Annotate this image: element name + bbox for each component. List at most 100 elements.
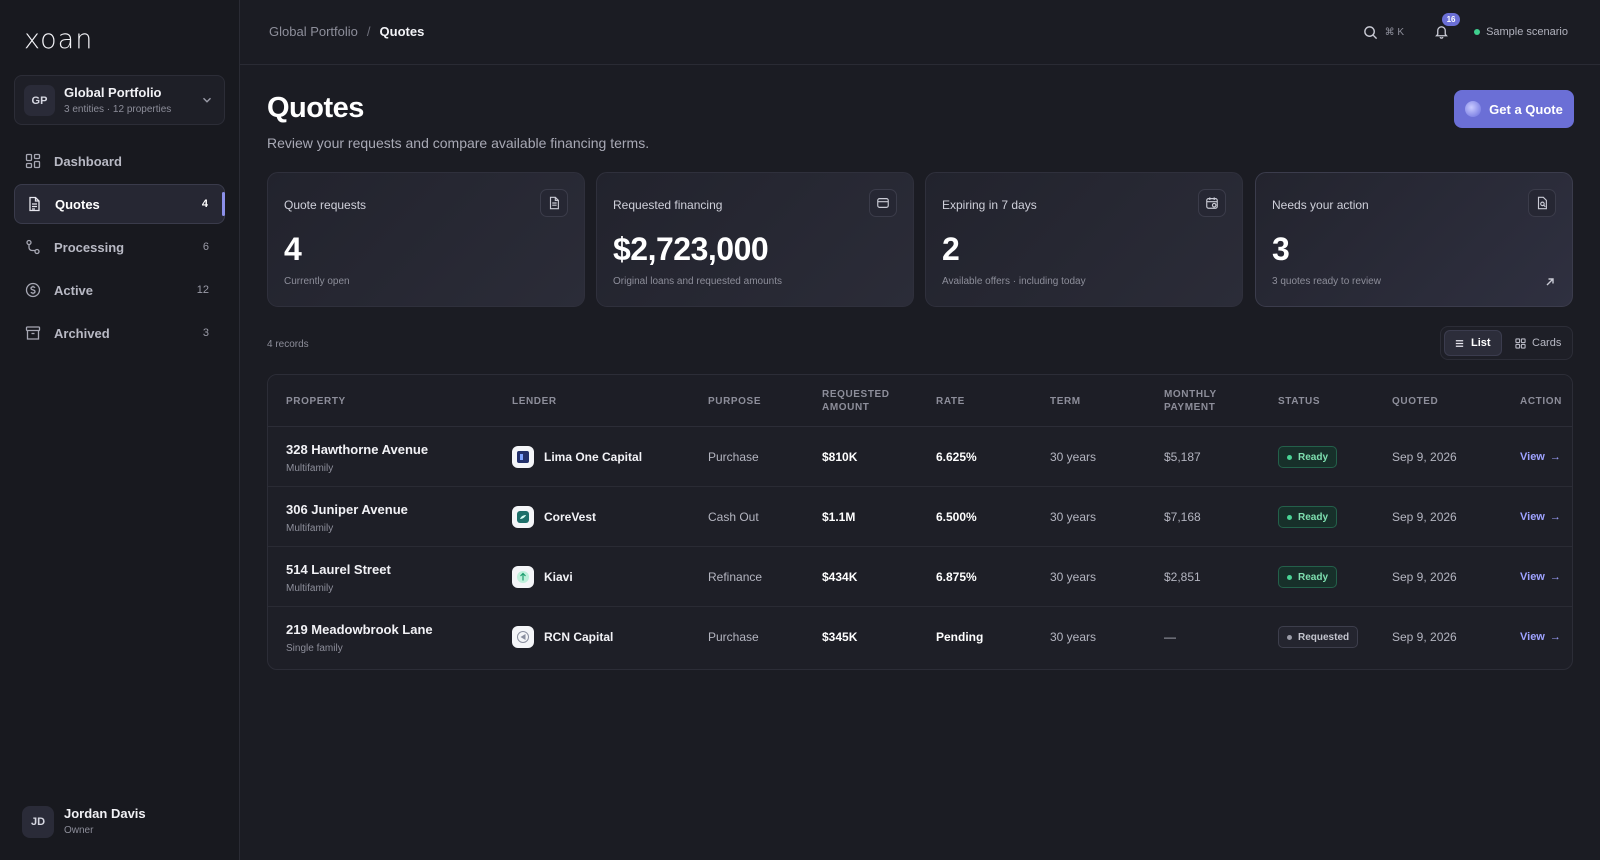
quoted-date-cell: Sep 9, 2026: [1392, 630, 1457, 644]
status-label: Requested: [1298, 631, 1350, 643]
sidebar-item-dashboard[interactable]: Dashboard: [14, 141, 225, 181]
property-name[interactable]: 219 Meadowbrook Lane: [286, 622, 433, 637]
status-dot: [1287, 574, 1292, 580]
status-label: Ready: [1298, 451, 1329, 463]
stat-card-expiring[interactable]: Expiring in 7 days 2 Available offers · …: [925, 172, 1243, 307]
sidebar-nav: Dashboard Quotes 4 Processing 6 Active 1…: [14, 141, 225, 356]
lender-logo-icon: [512, 506, 534, 528]
lender-logo-icon: [512, 446, 534, 468]
table-row[interactable]: 306 Juniper Avenue Multifamily CoreVest …: [268, 487, 1572, 547]
status-dot: [1287, 454, 1292, 460]
document-icon: [540, 189, 568, 217]
rate-cell: Pending: [936, 630, 984, 644]
quoted-date-cell: Sep 9, 2026: [1392, 570, 1457, 584]
status-badge: Ready: [1278, 566, 1338, 588]
property-name[interactable]: 328 Hawthorne Avenue: [286, 442, 428, 457]
property-name[interactable]: 306 Juniper Avenue: [286, 502, 408, 517]
term-cell: 30 years: [1050, 570, 1097, 584]
sidebar-item-count: 12: [196, 284, 209, 296]
sidebar: xoan GP Global Portfolio 3 entities · 12…: [0, 0, 240, 860]
status-badge: Ready: [1278, 506, 1338, 528]
view-toggle-cards[interactable]: Cards: [1506, 330, 1570, 356]
table-row[interactable]: 514 Laurel Street Multifamily Kiavi Refi…: [268, 547, 1572, 607]
document-icon: [29, 196, 40, 212]
view-toggle-list[interactable]: List: [1444, 330, 1502, 356]
status-cell: Ready: [1278, 487, 1338, 547]
status-dot: [1287, 514, 1292, 520]
file-search-icon: [1528, 189, 1556, 217]
view-link[interactable]: View →: [1520, 607, 1561, 667]
column-header[interactable]: Property: [286, 375, 346, 427]
lender-cell: Lima One Capital: [512, 427, 642, 487]
stat-card-needs-action[interactable]: Needs your action 3 3 quotes ready to re…: [1255, 172, 1573, 307]
amount-cell: $810K: [822, 450, 858, 464]
breadcrumb-separator: /: [366, 24, 371, 39]
sidebar-item-quotes[interactable]: Quotes 4: [14, 184, 225, 224]
stat-caption: Available offers · including today: [942, 276, 1086, 287]
stat-label: Expiring in 7 days: [942, 198, 1037, 212]
view-link-label: View: [1520, 511, 1545, 523]
column-header[interactable]: Monthly Payment: [1164, 375, 1244, 427]
view-link[interactable]: View →: [1520, 547, 1561, 607]
rate-cell: 6.625%: [936, 450, 977, 464]
status-badge: Requested: [1278, 626, 1359, 648]
column-header[interactable]: Quoted: [1392, 375, 1438, 427]
arrow-right-icon: →: [1549, 511, 1561, 523]
view-toggle-list-label: List: [1471, 337, 1491, 349]
breadcrumb-parent[interactable]: Global Portfolio: [269, 24, 358, 39]
records-count: 4 records: [267, 339, 309, 350]
column-header[interactable]: Purpose: [708, 375, 761, 427]
view-link-label: View: [1520, 451, 1545, 463]
notification-count-badge: 16: [1442, 13, 1461, 26]
user-profile[interactable]: JD Jordan Davis Owner: [22, 806, 222, 840]
scenario-label: Sample scenario: [1486, 26, 1568, 38]
term-cell: 30 years: [1050, 630, 1097, 644]
sidebar-item-active[interactable]: Active 12: [14, 270, 225, 310]
column-header[interactable]: Rate: [936, 375, 965, 427]
payment-cell: $2,851: [1164, 570, 1201, 584]
quoted-date-cell: Sep 9, 2026: [1392, 450, 1457, 464]
sidebar-item-archived[interactable]: Archived 3: [14, 313, 225, 353]
stat-value: 4: [284, 231, 302, 267]
status-dot: [1474, 29, 1481, 35]
search-icon[interactable]: [1363, 25, 1378, 40]
lender-cell: CoreVest: [512, 487, 596, 547]
stat-value: 2: [942, 231, 960, 267]
column-header[interactable]: Lender: [512, 375, 557, 427]
stat-value: $2,723,000: [613, 231, 769, 267]
stat-label: Requested financing: [613, 198, 723, 212]
column-header[interactable]: Requested Amount: [822, 375, 902, 427]
sidebar-item-label: Quotes: [55, 196, 100, 212]
portfolio-switcher[interactable]: GP Global Portfolio 3 entities · 12 prop…: [14, 75, 225, 125]
scenario-indicator[interactable]: Sample scenario: [1474, 26, 1568, 38]
get-a-quote-button[interactable]: Get a Quote: [1454, 90, 1574, 128]
payment-cell: —: [1164, 630, 1176, 644]
status-cell: Ready: [1278, 547, 1338, 607]
status-label: Ready: [1298, 511, 1329, 523]
search-shortcut: ⌘ K: [1384, 26, 1405, 38]
stat-card-quote-requests[interactable]: Quote requests 4 Currently open: [267, 172, 585, 307]
arrow-up-right-icon[interactable]: [1545, 277, 1555, 287]
stat-card-requested-financing[interactable]: Requested financing $2,723,000 Original …: [596, 172, 914, 307]
status-cell: Ready: [1278, 427, 1338, 487]
column-header: Action: [1520, 395, 1562, 407]
property-name[interactable]: 514 Laurel Street: [286, 562, 391, 577]
stat-label: Quote requests: [284, 198, 367, 212]
lender-cell: RCN Capital: [512, 607, 613, 667]
view-link[interactable]: View →: [1520, 487, 1561, 547]
wallet-icon: [869, 189, 897, 217]
table-header: Property Lender Purpose Requested Amount…: [268, 375, 1572, 427]
brand-logo[interactable]: xoan: [24, 26, 93, 53]
table-row[interactable]: 219 Meadowbrook Lane Single family RCN C…: [268, 607, 1572, 667]
arrow-right-icon: →: [1549, 631, 1561, 643]
column-header[interactable]: Status: [1278, 375, 1320, 427]
stat-caption: 3 quotes ready to review: [1272, 276, 1381, 287]
page-title: Quotes: [267, 92, 364, 124]
column-header[interactable]: Term: [1050, 375, 1081, 427]
sidebar-item-count: 3: [202, 327, 209, 339]
table-row[interactable]: 328 Hawthorne Avenue Multifamily Lima On…: [268, 427, 1572, 487]
view-toggle: List Cards: [1440, 326, 1573, 360]
view-link[interactable]: View →: [1520, 427, 1561, 487]
notifications-button[interactable]: 16: [1434, 13, 1461, 40]
sidebar-item-processing[interactable]: Processing 6: [14, 227, 225, 267]
